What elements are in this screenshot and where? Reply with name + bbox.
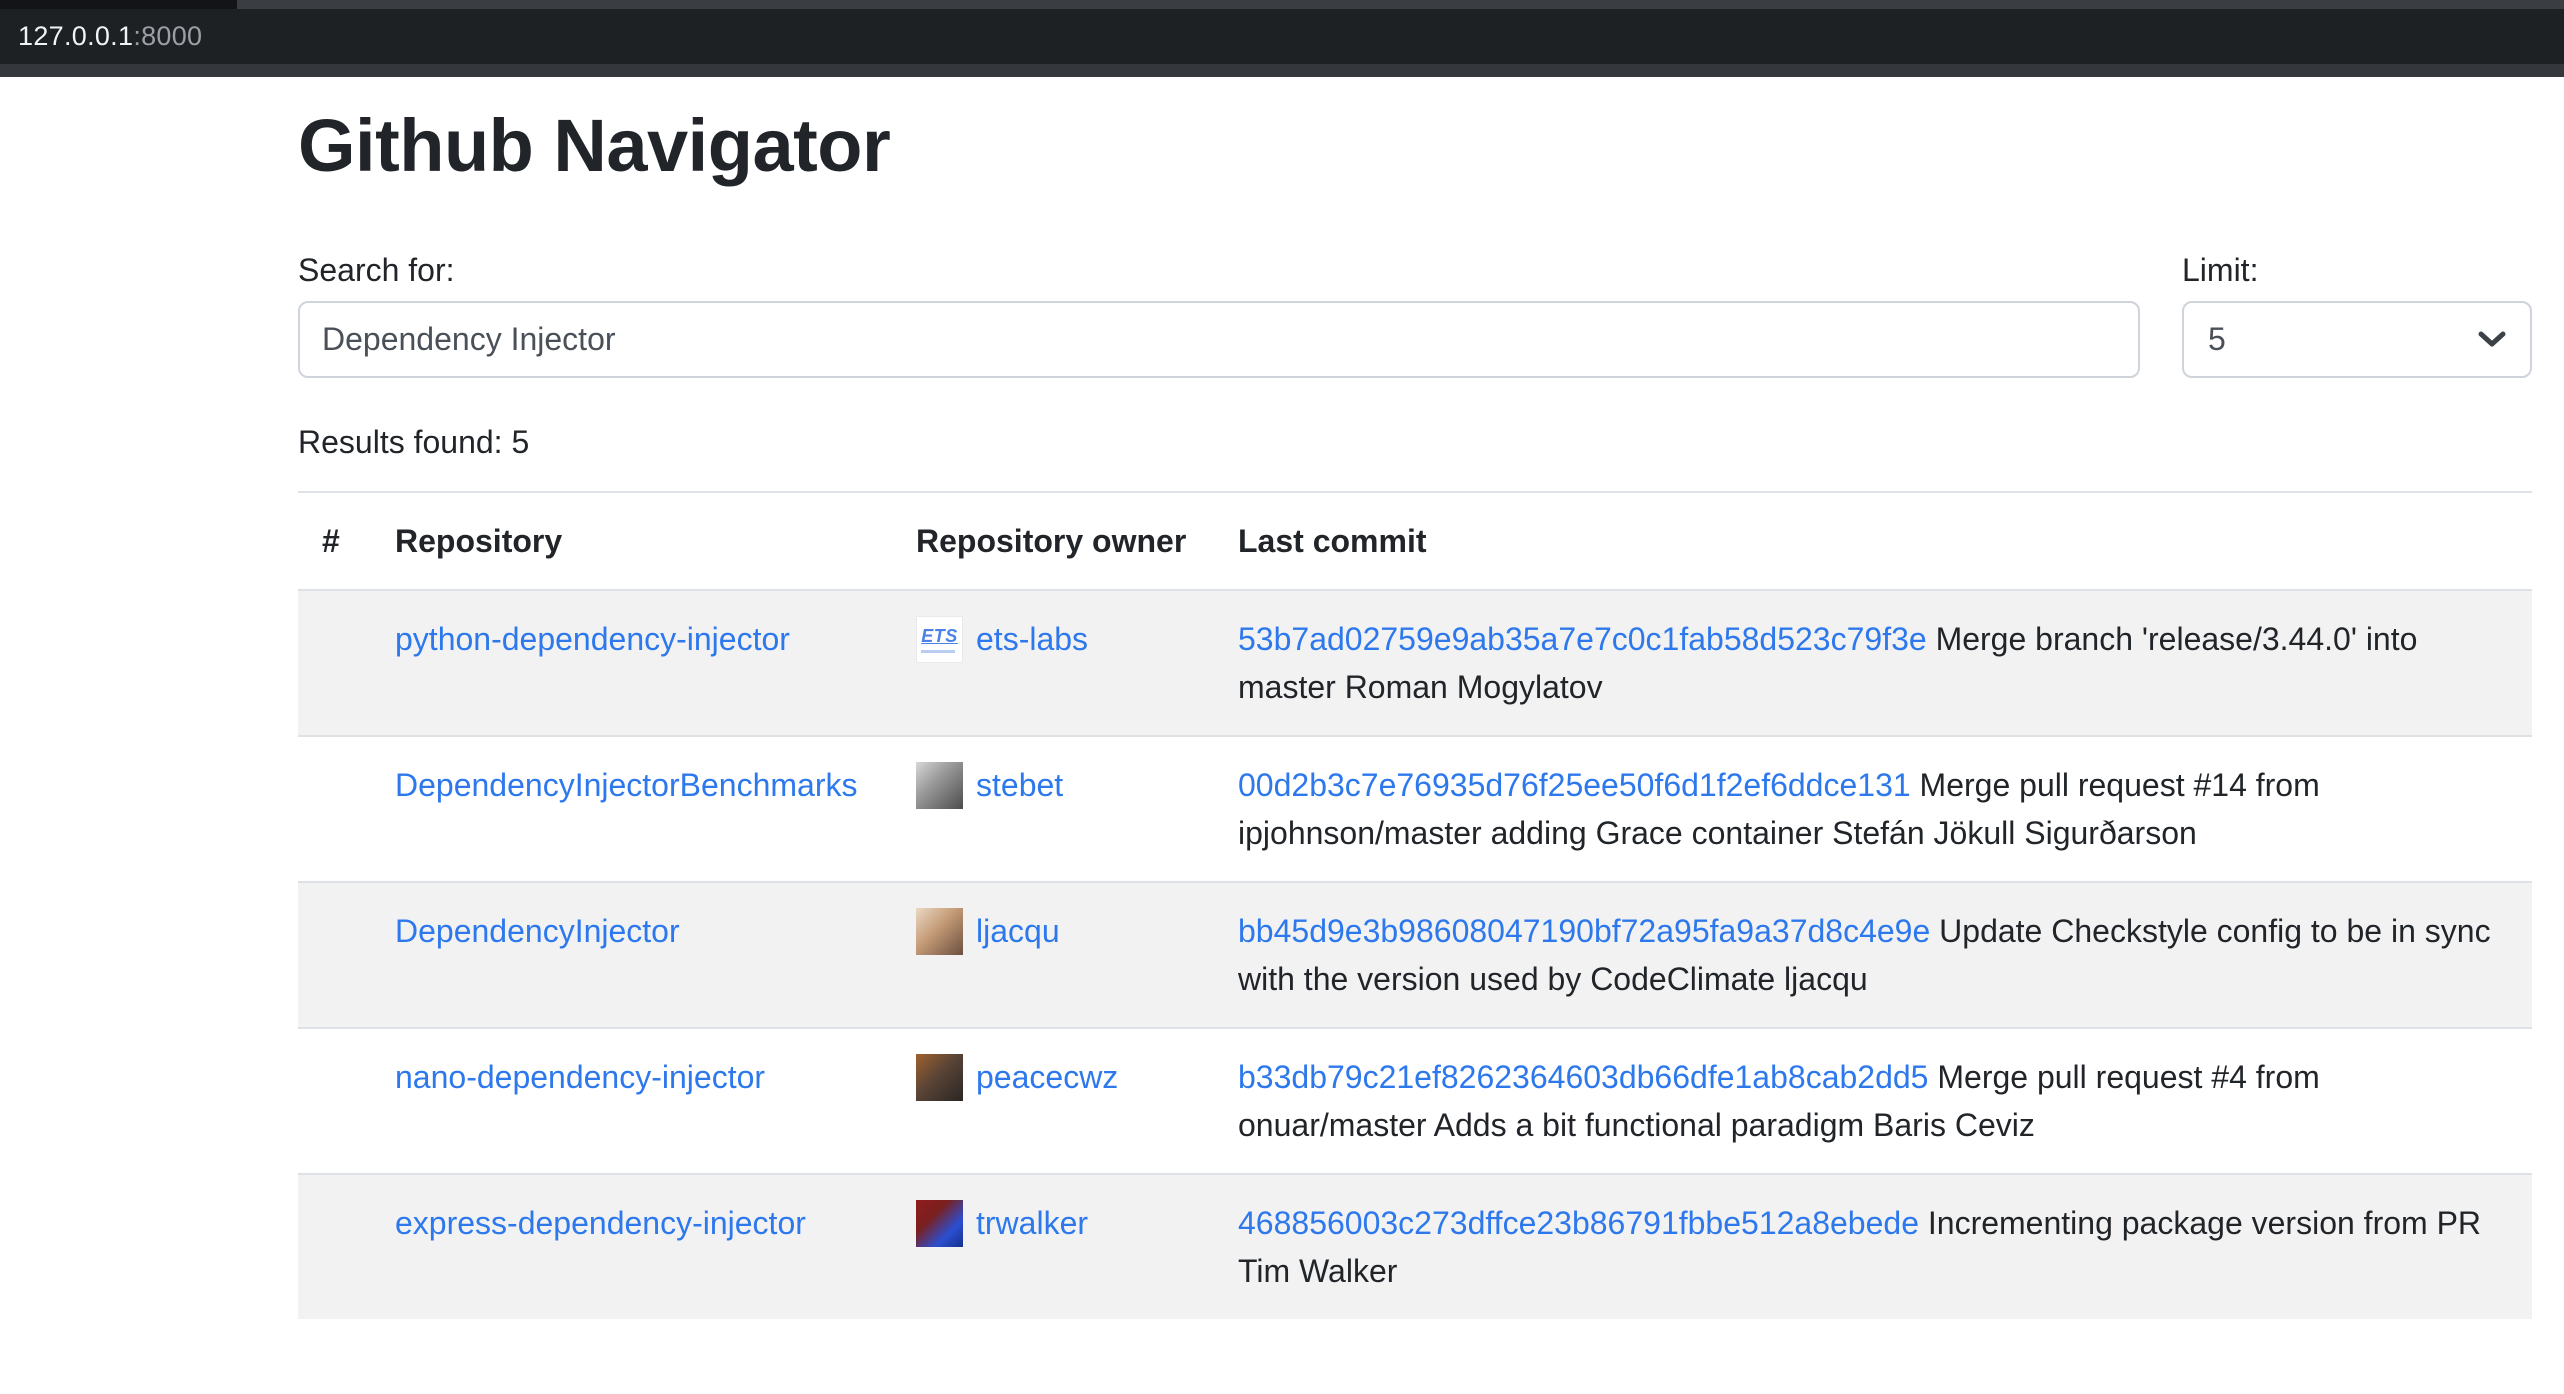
search-form: Search for: Limit: 5 [298, 252, 2532, 378]
search-input[interactable] [298, 301, 2140, 378]
repo-link[interactable]: python-dependency-injector [395, 621, 790, 657]
owner-avatar: ETS [916, 616, 963, 663]
row-number-cell [298, 736, 371, 882]
owner-link[interactable]: stebet [976, 761, 1063, 809]
commit-hash-link[interactable]: 00d2b3c7e76935d76f25ee50f6d1f2ef6ddce131 [1238, 767, 1911, 803]
owner-avatar [916, 1054, 963, 1101]
owner-link[interactable]: trwalker [976, 1199, 1088, 1247]
commit-hash-link[interactable]: 468856003c273dffce23b86791fbbe512a8ebede [1238, 1205, 1919, 1241]
toolbar-divider [0, 64, 2564, 77]
url-host: 127.0.0.1 [18, 21, 133, 52]
search-label: Search for: [298, 252, 2140, 289]
limit-select[interactable]: 5 [2182, 301, 2532, 378]
address-bar[interactable]: 127.0.0.1:8000 [0, 9, 2564, 63]
repo-link[interactable]: express-dependency-injector [395, 1205, 806, 1241]
owner-avatar [916, 908, 963, 955]
owner-link[interactable]: ljacqu [976, 907, 1060, 955]
row-number-cell [298, 1028, 371, 1174]
col-header-owner: Repository owner [892, 492, 1214, 590]
col-header-repository: Repository [371, 492, 892, 590]
table-row: python-dependency-injector ETS ets-labs … [298, 590, 2532, 736]
row-number-cell [298, 590, 371, 736]
limit-label: Limit: [2182, 252, 2532, 289]
browser-topbar: 127.0.0.1:8000 [0, 0, 2564, 77]
limit-selected-value: 5 [2208, 321, 2226, 358]
table-row: DependencyInjectorBenchmarks stebet 00d2… [298, 736, 2532, 882]
repo-link[interactable]: DependencyInjector [395, 913, 680, 949]
page-title: Github Navigator [298, 103, 2532, 188]
owner-link[interactable]: ets-labs [976, 615, 1088, 663]
owner-avatar [916, 1200, 963, 1247]
commit-hash-link[interactable]: bb45d9e3b98608047190bf72a95fa9a37d8c4e9e [1238, 913, 1930, 949]
repo-link[interactable]: nano-dependency-injector [395, 1059, 765, 1095]
owner-link[interactable]: peacecwz [976, 1053, 1118, 1101]
repo-link[interactable]: DependencyInjectorBenchmarks [395, 767, 857, 803]
table-header-row: # Repository Repository owner Last commi… [298, 492, 2532, 590]
url-port: :8000 [133, 21, 202, 52]
avatar-text: ETS [921, 626, 958, 653]
chevron-down-icon [2478, 331, 2506, 349]
browser-active-tab[interactable] [0, 0, 237, 9]
page-content: Github Navigator Search for: Limit: 5 Re… [298, 103, 2532, 1319]
table-row: express-dependency-injector trwalker 468… [298, 1174, 2532, 1319]
table-row: DependencyInjector ljacqu bb45d9e3b98608… [298, 882, 2532, 1028]
browser-tab-strip [0, 0, 2564, 9]
row-number-cell [298, 882, 371, 1028]
results-count: Results found: 5 [298, 424, 2532, 461]
col-header-last-commit: Last commit [1214, 492, 2532, 590]
row-number-cell [298, 1174, 371, 1319]
table-row: nano-dependency-injector peacecwz b33db7… [298, 1028, 2532, 1174]
col-header-number: # [298, 492, 371, 590]
results-table: # Repository Repository owner Last commi… [298, 491, 2532, 1319]
commit-hash-link[interactable]: 53b7ad02759e9ab35a7e7c0c1fab58d523c79f3e [1238, 621, 1927, 657]
owner-avatar [916, 762, 963, 809]
commit-hash-link[interactable]: b33db79c21ef8262364603db66dfe1ab8cab2dd5 [1238, 1059, 1928, 1095]
